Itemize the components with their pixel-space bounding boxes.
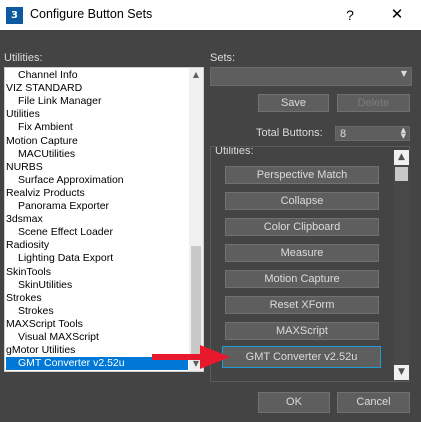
utility-list-item[interactable]: MACUtilities (6, 148, 188, 161)
utility-list-item[interactable]: Lighting Data Export (6, 252, 188, 265)
utility-list-item[interactable]: Fix Ambient (6, 121, 188, 134)
utility-category-item[interactable]: MAXScript Tools (6, 318, 188, 331)
total-buttons-value: 8 (340, 128, 347, 140)
help-button[interactable]: ? (340, 4, 360, 26)
window-title: Configure Button Sets (30, 7, 153, 21)
utility-category-item[interactable]: Realviz Products (6, 187, 188, 200)
configure-button-sets-dialog: 3 Configure Button Sets ? ✕ Utilities: C… (0, 0, 421, 422)
ok-button[interactable]: OK (258, 392, 330, 413)
cancel-button[interactable]: Cancel (337, 392, 410, 413)
utilities-list-scrollbar[interactable]: ▲ ▼ (189, 68, 203, 371)
utility-category-item[interactable]: Radiosity (6, 239, 188, 252)
utility-category-item[interactable]: 3dsmax (6, 213, 188, 226)
scroll-down-icon[interactable]: ▼ (394, 365, 409, 380)
chevron-down-icon: ▼ (400, 69, 407, 78)
utility-button[interactable]: MAXScript (225, 322, 379, 340)
utility-list-item[interactable]: Strokes (6, 305, 188, 318)
utility-button[interactable]: Perspective Match (225, 166, 379, 184)
utility-list-item[interactable]: Channel Info (6, 69, 188, 82)
utility-button[interactable]: Reset XForm (225, 296, 379, 314)
arrow-head (200, 345, 230, 369)
scroll-thumb[interactable] (395, 167, 408, 181)
delete-button[interactable]: Delete (337, 94, 410, 112)
total-buttons-spinner[interactable]: 8 ▲ ▼ (335, 126, 410, 141)
app-icon: 3 (6, 7, 23, 24)
utility-category-item[interactable]: SkinTools (6, 266, 188, 279)
title-bar: 3 Configure Button Sets ? ✕ (0, 0, 421, 30)
utility-category-item[interactable]: Strokes (6, 292, 188, 305)
utility-category-item[interactable]: NURBS (6, 161, 188, 174)
utility-list-item[interactable]: SkinUtilities (6, 279, 188, 292)
utility-list-item[interactable]: Panorama Exporter (6, 200, 188, 213)
utility-category-item[interactable]: Motion Capture (6, 135, 188, 148)
utility-category-item[interactable]: VIZ STANDARD (6, 82, 188, 95)
utility-button[interactable]: Color Clipboard (225, 218, 379, 236)
total-buttons-label: Total Buttons: (256, 127, 323, 139)
sets-label: Sets: (210, 52, 236, 64)
buttons-panel-scrollbar[interactable]: ▲ ▼ (393, 150, 410, 380)
close-button[interactable]: ✕ (386, 4, 408, 26)
utility-button[interactable]: Collapse (225, 192, 379, 210)
utilities-list-label: Utilities: (4, 52, 43, 64)
save-button[interactable]: Save (258, 94, 329, 112)
utility-list-item[interactable]: File Link Manager (6, 95, 188, 108)
sets-dropdown[interactable]: ▼ (210, 67, 412, 86)
utility-list-item[interactable]: Surface Approximation (6, 174, 188, 187)
utility-button[interactable]: GMT Converter v2.52u (222, 346, 381, 368)
utility-button[interactable]: Measure (225, 244, 379, 262)
utility-button[interactable]: Motion Capture (225, 270, 379, 288)
arrow-icon (152, 345, 230, 369)
scroll-up-icon[interactable]: ▲ (189, 68, 203, 82)
utility-list-item[interactable]: Scene Effect Loader (6, 226, 188, 239)
utility-category-item[interactable]: Utilities (6, 108, 188, 121)
spinner-icon[interactable]: ▲ ▼ (401, 127, 406, 140)
scroll-up-icon[interactable]: ▲ (394, 150, 409, 165)
utilities-list[interactable]: Channel Info VIZ STANDARD File Link Manage… (4, 67, 204, 372)
